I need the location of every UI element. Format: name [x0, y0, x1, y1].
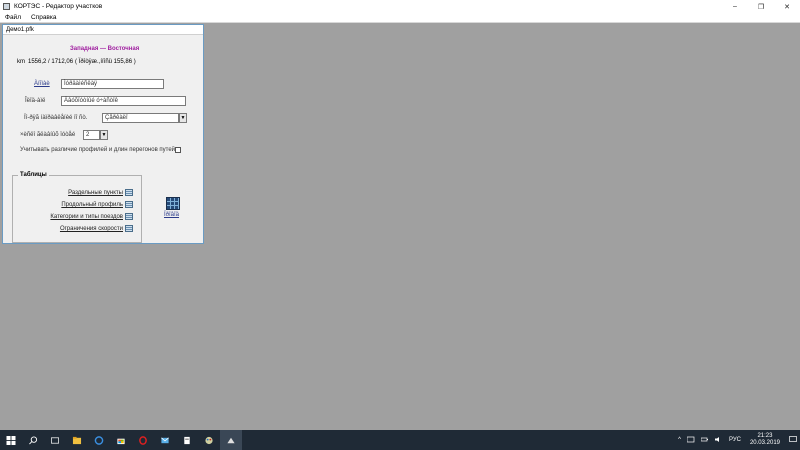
window-controls: – ❐ ✕: [722, 0, 800, 13]
maximize-button[interactable]: ❐: [748, 0, 774, 13]
type-label: Îëîä-àìë: [25, 98, 46, 104]
profiles-checkbox-label: Учитывать различие профилей и длин перег…: [20, 147, 176, 153]
document-window[interactable]: Демо1.pfk Западная — Восточная km 1556,2…: [2, 24, 204, 244]
mdi-workspace: Демо1.pfk Западная — Восточная km 1556,2…: [0, 23, 800, 430]
table-icon[interactable]: [125, 201, 133, 208]
volume-icon[interactable]: [712, 436, 726, 445]
type-field[interactable]: Äâóõïóòíûé ó÷àñòîê: [61, 96, 186, 106]
table-icon[interactable]: [125, 213, 133, 220]
profiles-checkbox[interactable]: [175, 147, 181, 153]
table-link-train-categories[interactable]: Категории и типы поездов: [50, 214, 123, 220]
minimize-button[interactable]: –: [722, 0, 748, 13]
network-icon[interactable]: [684, 436, 698, 445]
edge-icon[interactable]: [88, 430, 110, 450]
battery-icon[interactable]: [698, 436, 712, 445]
table-icon[interactable]: [125, 189, 133, 196]
order-label: Ïî-ðÿã íàïðàâëåíèé ïî ñò.: [24, 115, 88, 121]
tracks-dropdown-button[interactable]: ▼: [100, 130, 108, 140]
windows-icon[interactable]: [0, 430, 22, 450]
tracks-select[interactable]: 2: [83, 130, 100, 140]
language-indicator[interactable]: РУС: [726, 437, 744, 443]
menu-bar: Файл Справка: [0, 13, 800, 23]
document-window-title: Демо1.pfk: [3, 25, 203, 35]
tables-group-legend: Таблицы: [18, 172, 49, 178]
opera-icon[interactable]: [132, 430, 154, 450]
clock-date: 20.03.2019: [749, 440, 780, 446]
tables-group: Таблицы Раздельные пункты Продольный про…: [12, 172, 142, 243]
mail-icon[interactable]: [154, 430, 176, 450]
tray-overflow-icon[interactable]: ^: [675, 437, 684, 443]
clock-time: 21:23: [757, 433, 773, 439]
table-icon[interactable]: [125, 225, 133, 232]
paint-icon[interactable]: [198, 430, 220, 450]
km-extra: ( Ïðîòÿæ.,ííîñü 155,86 ): [75, 59, 136, 65]
tracks-label: ×èñëî ãëàâíûõ ïóòåé: [20, 132, 76, 138]
app-title: КОРТЭС - Редактор участков: [14, 3, 103, 10]
kortes-icon[interactable]: [220, 430, 242, 450]
table-link-stations[interactable]: Раздельные пункты: [68, 190, 123, 196]
app-title-bar: КОРТЭС - Редактор участков – ❐ ✕: [0, 0, 800, 13]
order-dropdown-button[interactable]: ▼: [179, 113, 187, 123]
name-label[interactable]: Àíîìàè: [34, 81, 50, 87]
taskbar: ^ РУС 21:23 20.03.2019: [0, 430, 800, 450]
km-label: km: [17, 59, 25, 65]
clock[interactable]: 21:23 20.03.2019: [744, 433, 786, 447]
grid-chart-label[interactable]: Ïðîâîä: [164, 212, 179, 218]
menu-help[interactable]: Справка: [26, 14, 62, 21]
task-view-icon[interactable]: [44, 430, 66, 450]
notifications-icon[interactable]: [786, 435, 800, 445]
document-window-body: Западная — Восточная km 1556,2 / 1712,06…: [3, 35, 203, 244]
file-explorer-icon[interactable]: [66, 430, 88, 450]
order-select[interactable]: Çåðêàëî: [102, 113, 179, 123]
direction-label: Западная — Восточная: [70, 46, 140, 52]
table-link-profile[interactable]: Продольный профиль: [61, 202, 123, 208]
search-icon[interactable]: [22, 430, 44, 450]
menu-file[interactable]: Файл: [0, 14, 26, 21]
system-tray: ^ РУС 21:23 20.03.2019: [675, 430, 800, 450]
store-icon[interactable]: [110, 430, 132, 450]
folder-icon[interactable]: [176, 430, 198, 450]
grid-chart-icon[interactable]: [166, 197, 180, 210]
app-icon: [3, 3, 10, 10]
km-value: 1556,2 / 1712,06: [28, 59, 74, 65]
close-button[interactable]: ✕: [774, 0, 800, 13]
table-link-speed-limits[interactable]: Ограничения скорости: [60, 226, 123, 232]
name-field[interactable]: Ìóðäàìéñêàÿ: [61, 79, 164, 89]
